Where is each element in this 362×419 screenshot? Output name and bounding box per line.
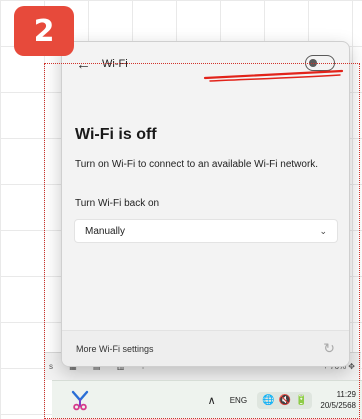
more-wifi-settings-link[interactable]: More Wi-Fi settings xyxy=(76,344,154,354)
panel-header: ← Wi-Fi xyxy=(62,42,349,86)
turn-back-on-label: Turn Wi-Fi back on xyxy=(75,198,160,209)
clock-time: 11:29 xyxy=(336,390,356,399)
snipping-tool-icon[interactable] xyxy=(68,388,92,412)
chevron-up-icon[interactable]: ∧ xyxy=(208,394,216,407)
speaker-muted-icon: 🔇 xyxy=(278,394,291,406)
chevron-down-icon: ⌄ xyxy=(319,225,327,236)
taskbar: ∧ ENG 🌐 🔇 🔋 11:29 20/5/2568 xyxy=(52,380,362,419)
panel-footer: More Wi-Fi settings ↻ xyxy=(62,330,349,366)
wifi-toggle[interactable] xyxy=(305,55,335,71)
step-number-badge: 2 xyxy=(14,6,74,56)
wifi-status-heading: Wi-Fi is off xyxy=(75,126,157,143)
battery-icon: 🔋 xyxy=(294,394,308,406)
clock-date: 20/5/2568 xyxy=(320,401,356,410)
globe-icon: 🌐 xyxy=(262,394,275,406)
panel-title: Wi-Fi xyxy=(102,58,128,70)
refresh-icon[interactable]: ↻ xyxy=(323,340,335,357)
language-indicator[interactable]: ENG xyxy=(230,396,247,405)
toggle-knob xyxy=(309,58,317,67)
clock[interactable]: 11:29 20/5/2568 xyxy=(320,389,356,411)
wifi-status-description: Turn on Wi-Fi to connect to an available… xyxy=(75,159,319,170)
wifi-quick-settings-panel: ← Wi-Fi Wi-Fi is off Turn on Wi-Fi to co… xyxy=(61,41,350,367)
turn-back-on-dropdown[interactable]: Manually ⌄ xyxy=(74,219,338,243)
system-tray: ∧ ENG 🌐 🔇 🔋 11:29 20/5/2568 xyxy=(208,389,362,411)
step-number: 2 xyxy=(33,13,55,49)
dropdown-selected-value: Manually xyxy=(85,225,126,237)
back-arrow-icon[interactable]: ← xyxy=(76,57,96,72)
screenshot-root: 2 s ▦ ▤ ▥ ⍑ − + 76% ✥ ← Wi-Fi xyxy=(0,0,362,419)
fit-icon[interactable]: ✥ xyxy=(348,362,355,371)
quick-settings-button[interactable]: 🌐 🔇 🔋 xyxy=(257,391,313,409)
statusbar-left-text: s xyxy=(49,361,53,371)
